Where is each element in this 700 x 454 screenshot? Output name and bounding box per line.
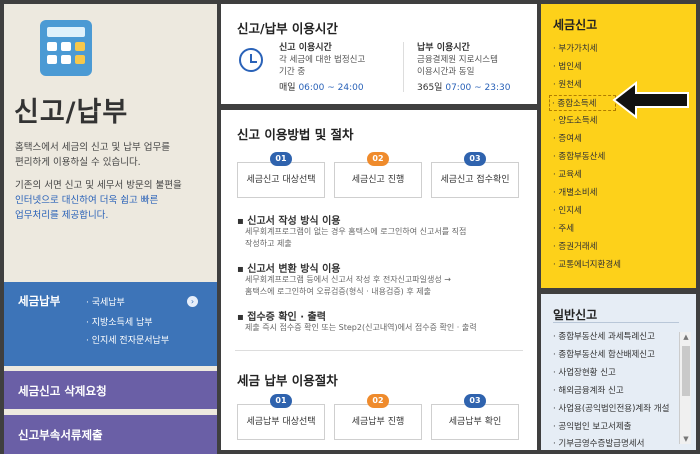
link-withholding-tax[interactable]: · 원천세	[553, 78, 582, 90]
method-title: 신고 이용방법 및 절차	[237, 127, 354, 142]
hours-title: 신고/납부 이용시간	[237, 21, 338, 36]
step-num: 02	[367, 394, 389, 408]
filing-hours-time: 매일 06:00 ~ 24:00	[279, 83, 364, 93]
method-card: 신고 이용방법 및 절차 세금신고 대상선택 01 세금신고 진행 02 세금신…	[221, 110, 537, 450]
scroll-down-icon[interactable]: ▼	[682, 435, 690, 443]
left-intro-panel: 신고/납부 홈택스에서 세금의 신고 및 납부 업무를 편리하게 이용하실 수 …	[4, 4, 217, 454]
step-num: 01	[270, 394, 292, 408]
tax-filing-title: 세금신고	[553, 18, 598, 32]
bullet-convert-method: ▪ 신고서 변환 방식 이용	[237, 264, 341, 275]
pointer-arrow-icon	[612, 80, 689, 120]
pay-hours-desc: 금융결제원 지로시스템	[417, 55, 498, 65]
bullet-receipt-desc: 제출 즉시 접수증 확인 또는 Step2(신고내역)에서 접수증 확인 · 출…	[245, 323, 477, 332]
menu-tax-payment[interactable]: 세금납부 › · 국세납부 · 지방소득세 납부 · 인지세 전자문서납부	[4, 282, 217, 366]
link-excise-tax[interactable]: · 개별소비세	[553, 186, 598, 198]
bullet-receipt: ▪ 접수증 확인 · 출력	[237, 312, 326, 323]
step-pay-confirm[interactable]: 세금납부 확인	[431, 404, 519, 440]
step-pay-select[interactable]: 세금납부 대상선택	[237, 404, 325, 440]
bullet-write-desc: 세무회계프로그램이 없는 경우 홈택스에 로그인하여 신고서를 직접 작성하고 제…	[245, 227, 467, 248]
link-realestate-exclusion[interactable]: · 종합부동산세 합산배제신고	[553, 348, 655, 360]
link-gift-tax[interactable]: · 증여세	[553, 132, 582, 144]
link-vat[interactable]: · 부가가치세	[553, 42, 598, 54]
link-realestate-special[interactable]: · 종합부동산세 과세특례신고	[553, 330, 655, 342]
step-num: 03	[464, 152, 486, 166]
link-capital-gains-tax[interactable]: · 양도소득세	[553, 114, 598, 126]
link-comprehensive-income-tax[interactable]: · 종합소득세	[549, 95, 616, 111]
link-public-interest-report[interactable]: · 공익법인 보고서제출	[553, 420, 632, 432]
step-filing-confirm[interactable]: 세금신고 접수확인	[431, 162, 519, 198]
filing-hours-desc: 각 세금에 대한 법정신고	[279, 55, 366, 65]
link-education-tax[interactable]: · 교육세	[553, 168, 582, 180]
hours-card: 신고/납부 이용시간 신고 이용시간 각 세금에 대한 법정신고 기간 중 매일…	[221, 4, 537, 104]
link-business-account[interactable]: · 사업용(공익법인전용)계좌 개설	[553, 402, 669, 414]
link-overseas-account[interactable]: · 해외금융계좌 신고	[553, 384, 624, 396]
link-securities-tax[interactable]: · 증권거래세	[553, 240, 598, 252]
scroll-thumb[interactable]	[682, 346, 690, 396]
menu-delete-request[interactable]: 세금신고 삭제요청	[4, 371, 217, 409]
intro-desc-2: 기존의 서면 신고 및 세무서 방문의 불편을 인터넷으로 대신하여 더욱 쉽고…	[15, 180, 182, 221]
pay-hours-time: 365일 07:00 ~ 23:30	[417, 83, 511, 93]
step-pay-progress[interactable]: 세금납부 진행	[334, 404, 422, 440]
scrollbar[interactable]: ▲ ▼	[679, 332, 691, 444]
menu-delete-label: 세금신고 삭제요청	[18, 384, 107, 398]
link-corporate-tax[interactable]: · 법인세	[553, 60, 582, 72]
divider	[235, 350, 523, 351]
step-num: 03	[464, 394, 486, 408]
clock-icon	[239, 48, 263, 72]
general-filing-title: 일반신고	[553, 308, 598, 322]
page-title: 신고/납부	[14, 97, 129, 128]
step-num: 02	[367, 152, 389, 166]
menu-tax-payment-label: 세금납부	[18, 294, 61, 308]
bullet-write-method: ▪ 신고서 작성 방식 이용	[237, 216, 341, 227]
filing-hours-title: 신고 이용시간	[279, 43, 332, 53]
chevron-right-icon[interactable]: ›	[187, 296, 198, 307]
payment-title: 세금 납부 이용절차	[237, 373, 338, 388]
general-filing-panel: 일반신고 · 종합부동산세 과세특례신고 · 종합부동산세 합산배제신고 · 사…	[541, 294, 696, 450]
link-stamp-tax[interactable]: · 인지세	[553, 204, 582, 216]
menu-docs-label: 신고부속서류제출	[18, 428, 103, 442]
link-comprehensive-real-estate-tax[interactable]: · 종합부동산세	[553, 150, 605, 162]
scroll-up-icon[interactable]: ▲	[682, 333, 690, 341]
step-filing-select[interactable]: 세금신고 대상선택	[237, 162, 325, 198]
submenu-stamp-tax[interactable]: · 인지세 전자문서납부	[86, 333, 169, 346]
step-filing-progress[interactable]: 세금신고 진행	[334, 162, 422, 198]
pay-hours-title: 납부 이용시간	[417, 43, 470, 53]
intro-desc: 홈택스에서 세금의 신고 및 납부 업무를 편리하게 이용하실 수 있습니다.	[15, 142, 170, 168]
pay-hours-desc-2: 이용시간과 동일	[417, 67, 475, 77]
submenu-local-income-tax[interactable]: · 지방소득세 납부	[86, 315, 153, 328]
link-business-status[interactable]: · 사업장현황 신고	[553, 366, 616, 378]
center-column: 신고/납부 이용시간 신고 이용시간 각 세금에 대한 법정신고 기간 중 매일…	[221, 4, 537, 450]
filing-hours-desc-2: 기간 중	[279, 67, 306, 77]
tax-filing-panel: 세금신고 · 부가가치세 · 법인세 · 원천세 · 종합소득세 · 양도소득세…	[541, 4, 696, 288]
calculator-icon	[40, 20, 92, 76]
menu-attached-docs[interactable]: 신고부속서류제출	[4, 415, 217, 454]
link-liquor-tax[interactable]: · 주세	[553, 222, 574, 234]
bullet-convert-desc: 세무회계프로그램 등에서 신고서 작성 후 전자신고파일생성 → 홈택스에 로그인…	[245, 275, 451, 296]
link-transport-energy-tax[interactable]: · 교통에너지환경세	[553, 258, 621, 270]
submenu-national-tax[interactable]: · 국세납부	[86, 295, 125, 308]
link-donation-receipt[interactable]: · 기부금영수증발급명세서	[553, 437, 644, 449]
step-num: 01	[270, 152, 292, 166]
